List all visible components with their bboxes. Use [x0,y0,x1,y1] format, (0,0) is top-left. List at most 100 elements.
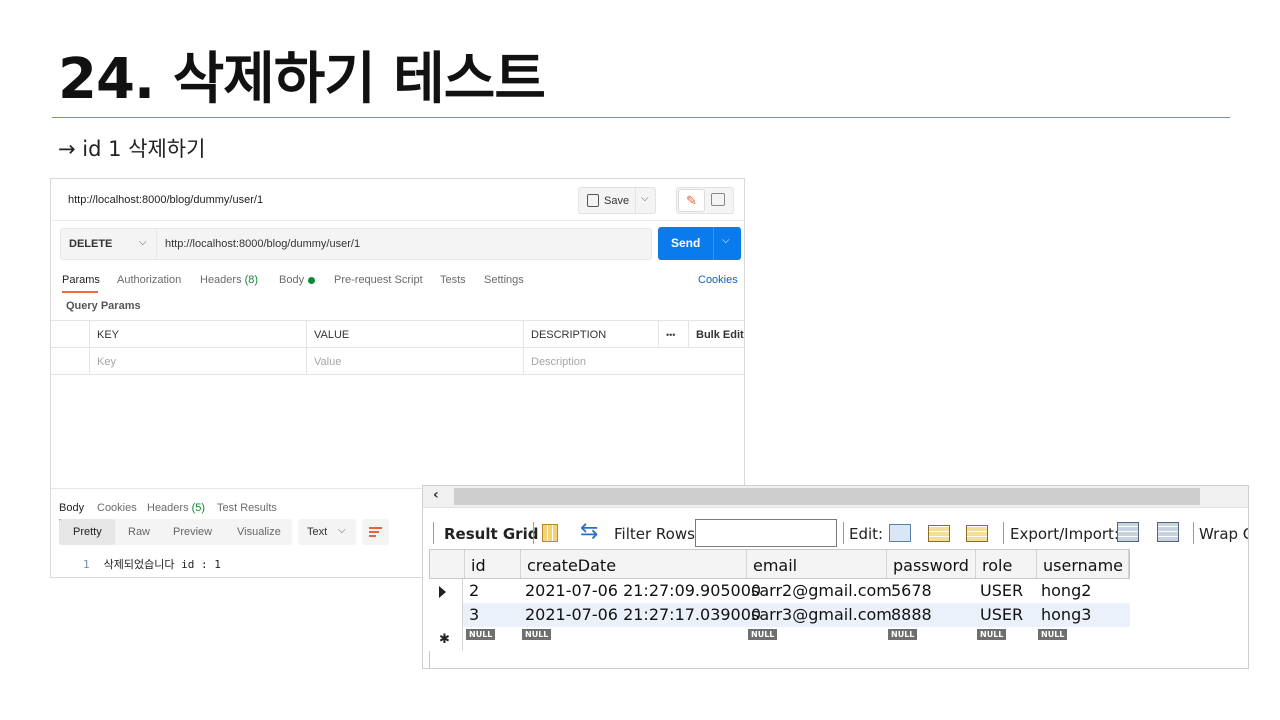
chevron-down-icon[interactable]: ⌵ [641,193,649,204]
cell-createdate[interactable]: 2021-07-06 21:27:09.905000 [519,579,761,603]
export-icon[interactable] [1117,522,1139,542]
format-raw[interactable]: Raw [128,526,150,538]
column-header-role[interactable]: role [975,550,1036,578]
chevron-down-icon: ⌵ [338,525,346,536]
column-header-createdate[interactable]: createDate [520,550,746,578]
cell-createdate[interactable]: 2021-07-06 21:27:17.039000 [519,603,761,627]
tab-authorization[interactable]: Authorization [117,274,181,286]
edit-row-icon[interactable] [889,524,911,542]
row-marker[interactable]: ✱ [429,627,463,651]
more-options-icon[interactable]: ••• [658,321,688,348]
body-indicator-dot [308,277,316,284]
content-type-select[interactable]: Text ⌵ [298,519,356,545]
title-divider [52,117,1230,118]
documentation-icon[interactable] [711,193,725,206]
import-icon[interactable] [1157,522,1179,542]
column-header-description: DESCRIPTION [523,321,658,348]
cell-username[interactable]: hong3 [1035,603,1091,627]
method-select[interactable]: DELETE ⌵ [60,228,156,260]
content-type-label: Text [307,526,328,538]
pencil-icon[interactable]: ✎ [678,189,705,212]
response-body-line: 1 삭제되었습니다 id : 1 [83,556,221,572]
scrollbar-thumb[interactable] [454,488,1200,505]
export-import-label: Export/Import: [1010,525,1119,543]
send-label: Send [671,236,701,250]
chevron-down-icon[interactable]: ⌵ [722,235,730,246]
cell-username[interactable]: hong2 [1035,579,1091,603]
wrap-line [369,527,382,529]
edit-label: Edit: [849,525,884,543]
tab-body[interactable]: Body [279,274,316,286]
tab-body-label: Body [279,274,305,286]
wrap-cell-label[interactable]: Wrap C [1199,525,1248,543]
key-input[interactable]: Key [89,348,306,375]
format-pretty[interactable]: Pretty [59,519,115,545]
null-badge[interactable]: NULL [748,629,778,640]
horizontal-scrollbar[interactable]: ‹ [423,486,1248,508]
row-marker[interactable] [429,579,463,603]
slide-subtitle: → id 1 삭제하기 [58,137,206,161]
null-badge[interactable]: NULL [977,629,1007,640]
active-tab-underline [62,291,98,293]
cell-role[interactable]: USER [974,579,1023,603]
cell-id[interactable]: 3 [463,603,479,627]
tab-headers[interactable]: Headers (8) [200,274,258,286]
column-header-email[interactable]: email [746,550,886,578]
tab-response-cookies[interactable]: Cookies [97,502,137,514]
bulk-edit-button[interactable]: Bulk Edit [688,321,744,348]
row-marker[interactable] [429,603,463,627]
cell-email[interactable]: sarr2@gmail.com [745,579,892,603]
filter-rows-label: Filter Rows: [614,525,700,543]
response-text: 삭제되었습니다 id : 1 [103,558,221,571]
null-badge[interactable]: NULL [522,629,552,640]
new-row-icon: ✱ [439,632,450,647]
column-header-id[interactable]: id [464,550,520,578]
tab-response-body[interactable]: Body [59,502,84,514]
column-header-password[interactable]: password [886,550,975,578]
scroll-left-icon[interactable]: ‹ [433,487,439,503]
cell-role[interactable]: USER [974,603,1023,627]
null-badge[interactable]: NULL [888,629,918,640]
format-preview[interactable]: Preview [173,526,212,538]
tab-pre-request-script[interactable]: Pre-request Script [334,274,423,286]
format-visualize[interactable]: Visualize [237,526,281,538]
wrap-lines-icon[interactable] [362,519,389,545]
cell-password[interactable]: 5678 [885,579,932,603]
value-input[interactable]: Value [306,348,523,375]
url-input[interactable]: http://localhost:8000/blog/dummy/user/1 [156,228,652,260]
delete-row-icon[interactable] [966,525,988,542]
response-format-tabs: Pretty Raw Preview Visualize [59,519,292,545]
tab-settings[interactable]: Settings [484,274,524,286]
save-divider [635,188,636,213]
column-header-username[interactable]: username [1036,550,1129,578]
cell-email[interactable]: sarr3@gmail.com [745,603,892,627]
table-row[interactable]: 2 2021-07-06 21:27:09.905000 sarr2@gmail… [429,579,1130,603]
filter-rows-input[interactable] [695,519,837,547]
cell-password[interactable]: 8888 [885,603,932,627]
table-row[interactable]: 3 2021-07-06 21:27:17.039000 sarr3@gmail… [429,603,1130,627]
cookies-link[interactable]: Cookies [698,274,738,286]
description-input[interactable]: Description [523,348,744,375]
grid-columns-icon[interactable] [542,524,558,542]
query-params-heading: Query Params [66,300,141,312]
cell-id[interactable]: 2 [463,579,479,603]
tab-tests[interactable]: Tests [440,274,466,286]
request-tab-title[interactable]: http://localhost:8000/blog/dummy/user/1 [68,194,263,206]
tab-test-results[interactable]: Test Results [217,502,277,514]
slide: 24. 삭제하기 테스트 → id 1 삭제하기 http://localhos… [0,0,1280,720]
new-row[interactable]: ✱ NULL NULL NULL NULL NULL NULL [429,627,1130,651]
request-header-bar: http://localhost:8000/blog/dummy/user/1 … [51,179,744,221]
tab-params[interactable]: Params [62,274,100,286]
null-badge[interactable]: NULL [466,629,496,640]
wrap-line [369,531,379,533]
refresh-icon[interactable]: ⇆ [580,519,598,544]
tab-response-headers[interactable]: Headers (5) [147,502,205,514]
url-value: http://localhost:8000/blog/dummy/user/1 [165,238,361,250]
request-tabs: Params Authorization Headers (8) Body Pr… [51,271,744,297]
send-button[interactable]: Send ⌵ [658,227,741,260]
null-badge[interactable]: NULL [1038,629,1068,640]
add-row-icon[interactable] [928,525,950,542]
toolbar-separator [533,522,534,544]
save-button[interactable]: Save ⌵ [578,187,656,214]
result-grid-toolbar: Result Grid ⇆ Filter Rows: Edit: Export/… [423,516,1248,550]
